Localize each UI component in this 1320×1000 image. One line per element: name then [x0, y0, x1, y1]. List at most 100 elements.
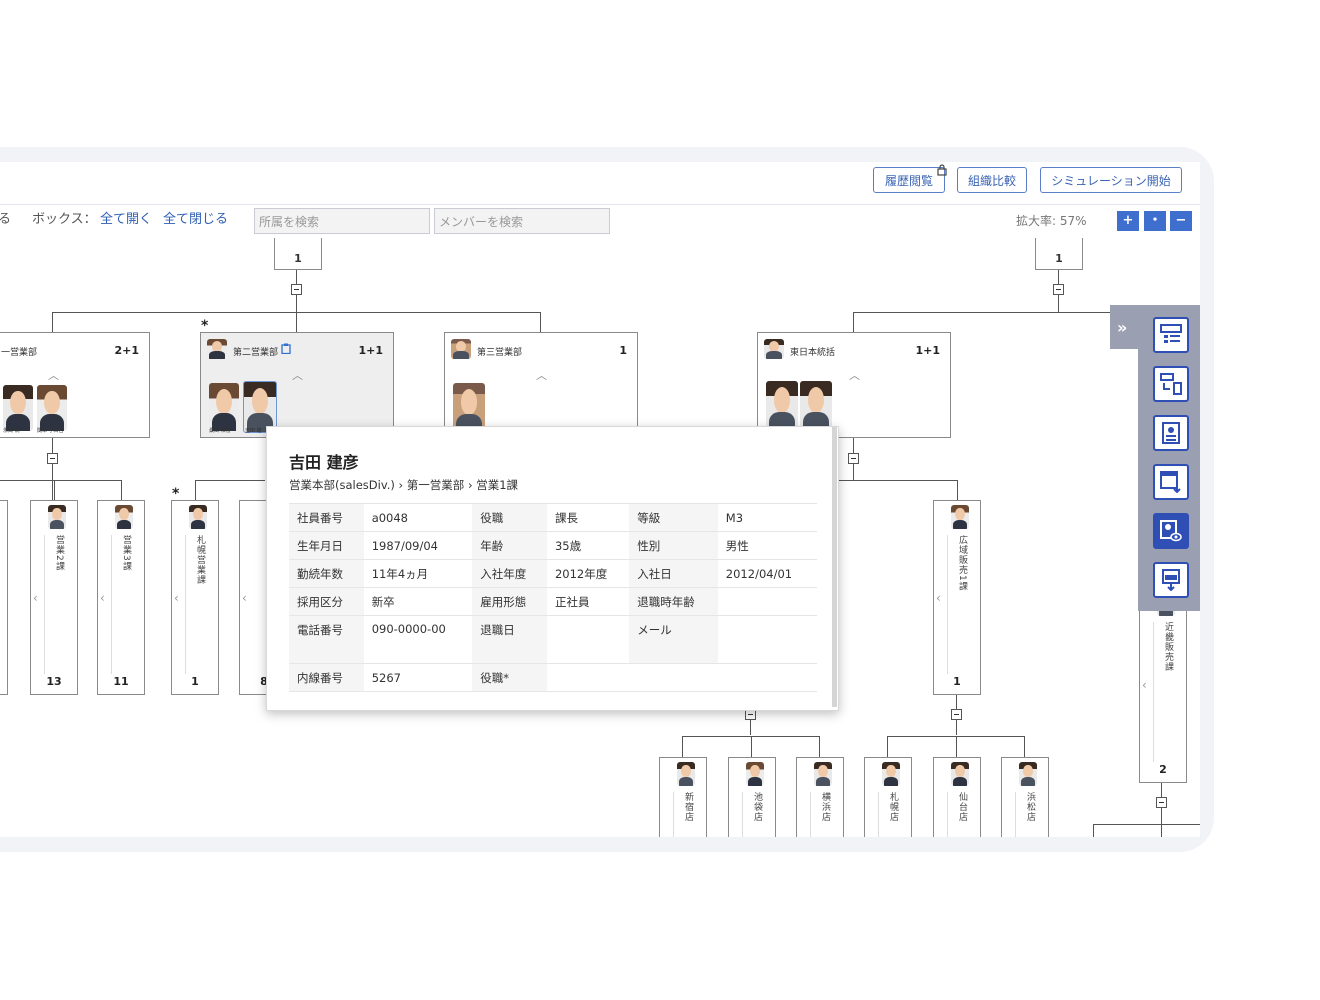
branch-card[interactable]: 横浜店	[796, 757, 844, 837]
zoom-out-button[interactable]: −	[1170, 211, 1192, 231]
collapse-toggle[interactable]	[1053, 284, 1064, 295]
chevron-left-icon[interactable]: ‹	[174, 591, 179, 605]
member-photo[interactable]	[882, 762, 900, 786]
member-photo[interactable]	[37, 385, 67, 431]
parent-node-right[interactable]: 1	[1035, 238, 1083, 270]
collapse-toggle[interactable]	[291, 284, 302, 295]
member-photo[interactable]	[209, 383, 239, 431]
section-count: 13	[46, 675, 62, 688]
connector	[195, 480, 196, 500]
section-title: 営業2課	[54, 535, 64, 572]
dept-box-3[interactable]: 第三営業部 1 ︿	[444, 332, 638, 438]
box-label: ボックス：	[32, 212, 97, 227]
member-photo[interactable]	[115, 505, 133, 529]
member-breadcrumb: 営業本部(salesDiv.) › 第一営業部 › 営業1課	[289, 478, 519, 492]
connector	[52, 312, 53, 332]
section-card-cut[interactable]	[0, 500, 8, 695]
connector	[957, 480, 958, 500]
branch-card[interactable]: 池袋店	[728, 757, 776, 837]
branch-card[interactable]: 仙台店	[933, 757, 981, 837]
collapse-toggle[interactable]	[47, 453, 58, 464]
connector	[819, 736, 820, 757]
dept-box-2[interactable]: 第二営業部 1+1 ︿ 桑田 和香 吉田 建	[200, 332, 394, 438]
dept-head-photo[interactable]	[451, 339, 471, 359]
table-sort-icon[interactable]	[1153, 464, 1189, 500]
branch-card[interactable]: 新宿店	[659, 757, 707, 837]
chevron-left-icon[interactable]: ‹	[936, 591, 941, 605]
double-chevron-right-icon[interactable]: »	[1117, 318, 1127, 337]
connector	[540, 312, 541, 332]
popup-scrollbar[interactable]	[832, 427, 837, 707]
connector	[52, 312, 541, 313]
branch-title: 浜松店	[1025, 792, 1035, 822]
dept-count: 1+1	[358, 344, 383, 357]
section-card[interactable]: 札幌営業課 ‹ 1	[171, 500, 219, 695]
dept-head-photo[interactable]	[207, 339, 227, 359]
member-photo[interactable]	[766, 381, 798, 431]
partial-link[interactable]: る	[0, 208, 11, 227]
chevron-up-icon[interactable]: ︿	[536, 367, 547, 383]
section-card[interactable]: 広域販売1課 ‹ 1	[933, 500, 981, 695]
collapse-toggle[interactable]	[951, 709, 962, 720]
member-photo[interactable]	[1019, 762, 1037, 786]
swap-layout-icon[interactable]	[1153, 366, 1189, 402]
member-photo[interactable]	[3, 385, 33, 431]
section-title: 広域販売1課	[957, 535, 967, 592]
connector	[838, 480, 958, 481]
member-photo[interactable]	[951, 762, 969, 786]
branch-card[interactable]: 札幌店	[864, 757, 912, 837]
dept-title: 第二営業部	[233, 348, 279, 358]
close-all-link[interactable]: 全て閉じる	[163, 208, 228, 227]
chevron-left-icon[interactable]: ‹	[33, 591, 38, 605]
branch-title: 池袋店	[752, 792, 762, 822]
image-download-icon[interactable]	[1153, 562, 1189, 598]
section-title: 営業3課	[121, 535, 131, 572]
zoom-in-button[interactable]: +	[1117, 211, 1139, 231]
section-card[interactable]: 近畿販売課 ‹ 2	[1139, 587, 1187, 783]
clipboard-icon[interactable]	[281, 343, 291, 354]
member-photo[interactable]	[677, 762, 695, 786]
chevron-left-icon[interactable]: ‹	[1142, 678, 1147, 692]
member-detail-popup[interactable]: 吉田 建彦 営業本部(salesDiv.) › 第一営業部 › 営業1課 社員番…	[266, 426, 839, 711]
open-all-link[interactable]: 全て開く	[100, 208, 152, 227]
connector	[1093, 824, 1094, 837]
collapse-toggle[interactable]	[848, 453, 859, 464]
dept-title: 第三営業部	[477, 348, 523, 358]
chevron-up-icon[interactable]: ︿	[292, 367, 303, 383]
chevron-left-icon[interactable]: ‹	[100, 591, 105, 605]
section-card[interactable]: 営業3課 ‹ 11	[97, 500, 145, 695]
dept-head-photo[interactable]	[764, 339, 784, 359]
dept-search-input[interactable]: 所属を検索	[254, 208, 430, 234]
chevron-up-icon[interactable]: ︿	[849, 367, 860, 383]
branch-title: 仙台店	[957, 792, 967, 822]
dept-box-1[interactable]: 一営業部 2+1 ︿ 永岡 潤 関本 小百合	[0, 332, 150, 438]
zoom-reset-button[interactable]: ・	[1144, 211, 1166, 231]
member-photo[interactable]	[814, 762, 832, 786]
branch-title: 札幌店	[888, 792, 898, 822]
member-search-input[interactable]: メンバーを検索	[434, 208, 610, 234]
branch-card[interactable]: 浜松店	[1001, 757, 1049, 837]
chevron-up-icon[interactable]: ︿	[48, 367, 59, 383]
connector	[0, 480, 122, 481]
member-photo[interactable]	[951, 505, 969, 529]
connector	[121, 480, 122, 500]
dept-box-4[interactable]: 東日本統括 1+1 ︿	[757, 332, 951, 438]
connector	[296, 270, 297, 332]
parent-node-left[interactable]: 1	[274, 238, 322, 270]
member-photo[interactable]	[746, 762, 764, 786]
section-card[interactable]: 営業2課 ‹ 13	[30, 500, 78, 695]
member-photo[interactable]	[189, 505, 207, 529]
branch-title: 新宿店	[683, 792, 693, 822]
profile-card-icon[interactable]	[1153, 415, 1189, 451]
member-detail-table: 社員番号 a0048 役職 課長 等級 M3 生年月日 1987/09/04 年齢 35歳…	[289, 503, 817, 692]
chevron-left-icon[interactable]: ‹	[242, 591, 247, 605]
zoom-level: 拡大率: 57%	[1016, 214, 1087, 228]
member-photo[interactable]	[800, 381, 832, 431]
list-layout-icon[interactable]	[1153, 317, 1189, 353]
collapse-toggle[interactable]	[1156, 797, 1167, 808]
section-count: 1	[953, 675, 961, 688]
member-photo[interactable]	[48, 505, 66, 529]
dept-count: 1+1	[915, 344, 940, 357]
profile-view-icon[interactable]	[1153, 513, 1189, 549]
dept-count: 1	[619, 344, 627, 357]
